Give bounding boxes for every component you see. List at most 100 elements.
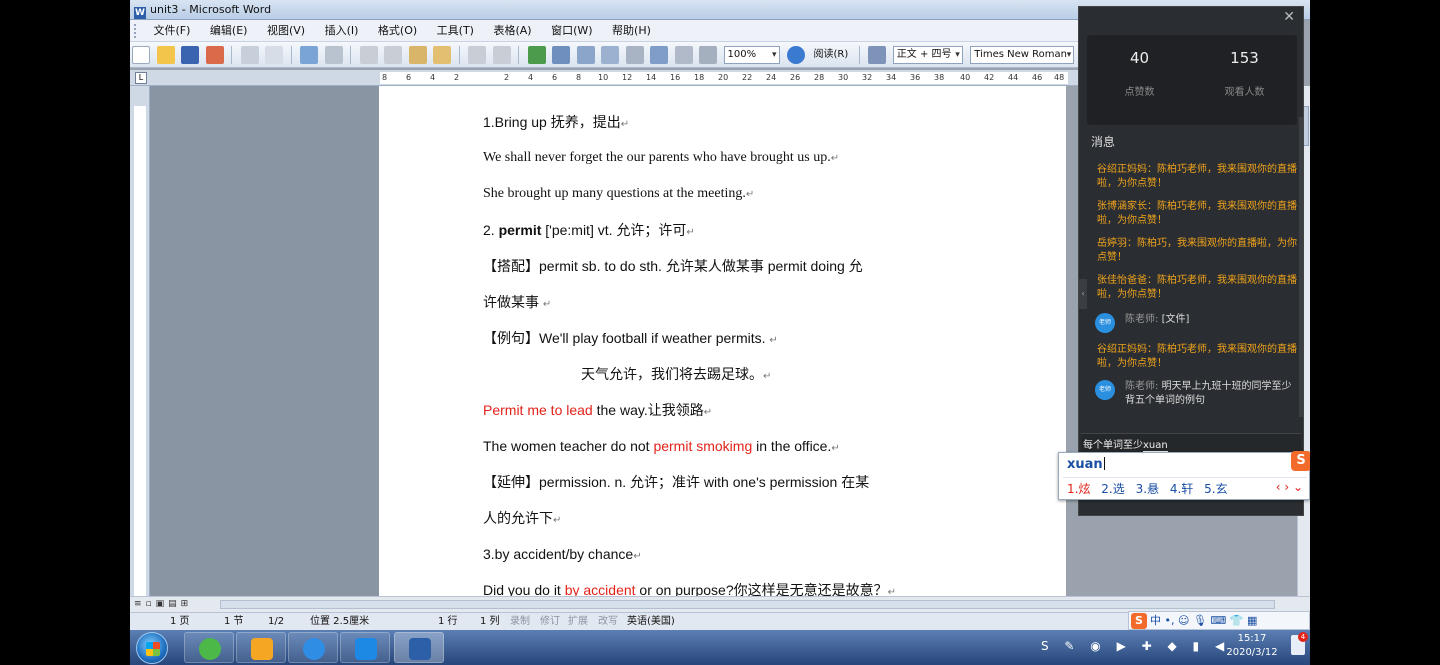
menu-tools[interactable]: 工具(T) [429,20,482,42]
ime-candidate[interactable]: 5.玄 [1204,480,1227,497]
insert-excel-icon[interactable] [601,46,619,64]
help-icon[interactable] [787,46,805,64]
tables-borders-icon[interactable] [552,46,570,64]
doc-red-text: Permit me to lead [483,402,593,418]
ime-mode[interactable]: 中 [1150,614,1161,627]
ime-candidate[interactable]: 3.悬 [1136,480,1159,497]
notification-icon[interactable]: 4 [1291,632,1308,655]
paragraph-mark: ↵ [745,189,755,200]
ruler-tick: 8 [382,73,388,82]
permission-icon[interactable] [205,46,224,64]
columns-icon[interactable] [625,46,644,64]
menu-view[interactable]: 视图(V) [259,20,313,42]
browser-icon [199,638,221,660]
menu-file[interactable]: 文件(F) [146,20,199,42]
taskbar-live-app[interactable] [340,632,390,663]
drawing-icon[interactable] [650,46,668,64]
clock[interactable]: 15:17 2020/3/12 [1221,632,1283,660]
style-select[interactable]: 正文 + 四号 [892,46,963,64]
undo-icon[interactable] [468,46,486,64]
teacher-message-text[interactable]: [文件] [1162,314,1190,325]
horizontal-scroll-track[interactable] [220,600,1275,609]
doc-text: 3.by accident/by chance [483,546,634,562]
cut-icon[interactable] [359,46,378,64]
redo-icon[interactable] [492,46,511,64]
ime-toolbar-icons[interactable]: •, ☺ 🎙 ⌨ 👕 ▦ [1165,614,1258,627]
status-overtype[interactable]: 改写 [598,613,618,631]
insert-table-icon[interactable] [576,46,595,64]
message-list[interactable]: 谷绍正妈妈：陈柏巧老师，我来围观你的直播啦，为你点赞！ 张博涵家长：陈柏巧老师，… [1079,159,1303,429]
document-map-icon[interactable] [674,46,693,64]
hyperlink-icon[interactable] [527,46,546,64]
vertical-ruler [130,86,150,596]
new-document-icon[interactable] [132,46,150,64]
print-preview-icon[interactable] [265,46,283,64]
zoom-select[interactable]: 100% [723,46,780,64]
ime-candidate[interactable]: 1.炫 [1067,480,1090,497]
toolbar-separator [231,46,232,64]
menu-format[interactable]: 格式(O) [370,20,425,42]
doc-text: Did you do it [483,582,565,596]
format-painter-icon[interactable] [433,46,451,64]
doc-line-2: We shall never forget the our parents wh… [483,144,983,180]
paragraph-mark: ↵ [769,335,778,346]
menu-window[interactable]: 窗口(W) [543,20,600,42]
save-icon[interactable] [181,46,199,64]
taskbar-messenger[interactable] [288,632,338,663]
doc-text: 2. [483,222,499,238]
menu-edit[interactable]: 编辑(E) [202,20,256,42]
tray-icons[interactable]: S ✎ ◉ ▶ ✚ ◆ ▮ ◀ [1041,639,1230,653]
document-area[interactable]: 1.Bring up 抚养，提出↵ We shall never forget … [150,86,1066,596]
tab-selector[interactable]: L [135,72,147,84]
styles-icon[interactable] [868,46,887,64]
spelling-icon[interactable] [300,46,318,64]
status-pages: 1/2 [268,616,285,627]
menu-help[interactable]: 帮助(H) [604,20,659,42]
status-track-changes[interactable]: 修订 [540,613,560,631]
status-extend[interactable]: 扩展 [568,613,588,631]
document-page[interactable]: 1.Bring up 抚养，提出↵ We shall never forget … [379,86,1066,596]
doc-text: in the office. [752,438,832,454]
font-select[interactable]: Times New Roman [970,46,1075,64]
sogou-ime-icon[interactable]: S [1131,613,1147,629]
read-mode-button[interactable]: 阅读(R) [814,46,849,64]
ruler-tick: 8 [576,73,582,82]
horizontal-scrollbar[interactable]: ≡▫▣▤⊞ [130,596,1310,612]
paste-icon[interactable] [408,46,427,64]
close-icon[interactable]: ✕ [1283,9,1295,25]
message-item: 谷绍正妈妈：陈柏巧老师，我来围观你的直播啦，为你点赞！ [1097,164,1297,189]
print-icon[interactable] [240,46,259,64]
ime-candidate[interactable]: 2.选 [1101,480,1124,497]
doc-line-7: 【例句】We'll play football if weather permi… [483,324,983,360]
likes-label: 点赞数 [1124,87,1155,98]
document-body[interactable]: 1.Bring up 抚养，提出↵ We shall never forget … [483,108,983,596]
view-buttons[interactable]: ≡▫▣▤⊞ [134,599,192,609]
ime-candidates: 1.炫 2.选 3.悬 4.轩 5.玄 [1067,480,1235,497]
doc-line-11: 【延伸】permission. n. 允许；准许 with one's perm… [483,468,983,504]
status-language[interactable]: 英语(美国) [627,613,675,631]
ime-candidate[interactable]: 4.轩 [1170,480,1193,497]
horizontal-ruler: L 8 6 4 2 2 4 6 8 10 12 14 16 18 20 22 2… [130,70,1078,86]
start-button[interactable] [136,632,168,664]
doc-text: She brought up many questions at the mee… [483,186,746,201]
taskbar-word[interactable] [394,632,444,663]
taskbar-media-player[interactable] [236,632,286,663]
ime-page-nav[interactable]: ‹ › ⌄ [1276,480,1303,494]
ruler-tick: 26 [790,73,801,82]
ruler-tick: 22 [742,73,753,82]
research-icon[interactable] [324,46,343,64]
likes-stat: 40 点赞数 [1087,49,1192,98]
message-item: 张博涵家长：陈柏巧老师，我来围观你的直播啦，为你点赞！ [1097,201,1297,226]
doc-text: 人的允许下 [483,510,553,526]
menu-insert[interactable]: 插入(I) [317,20,367,42]
ime-pinyin: xuan [1067,457,1105,472]
menu-table[interactable]: 表格(A) [485,20,539,42]
copy-icon[interactable] [384,46,402,64]
standard-toolbar: 100% 阅读(R) 正文 + 四号 Times New Roman 四号 B [130,42,1146,68]
open-folder-icon[interactable] [156,46,175,64]
taskbar-360-browser[interactable] [184,632,234,663]
window-title: unit3 - Microsoft Word [150,3,272,16]
show-hide-icon[interactable] [699,46,717,64]
panel-scrollbar[interactable] [1299,117,1303,417]
status-record[interactable]: 录制 [510,613,530,631]
